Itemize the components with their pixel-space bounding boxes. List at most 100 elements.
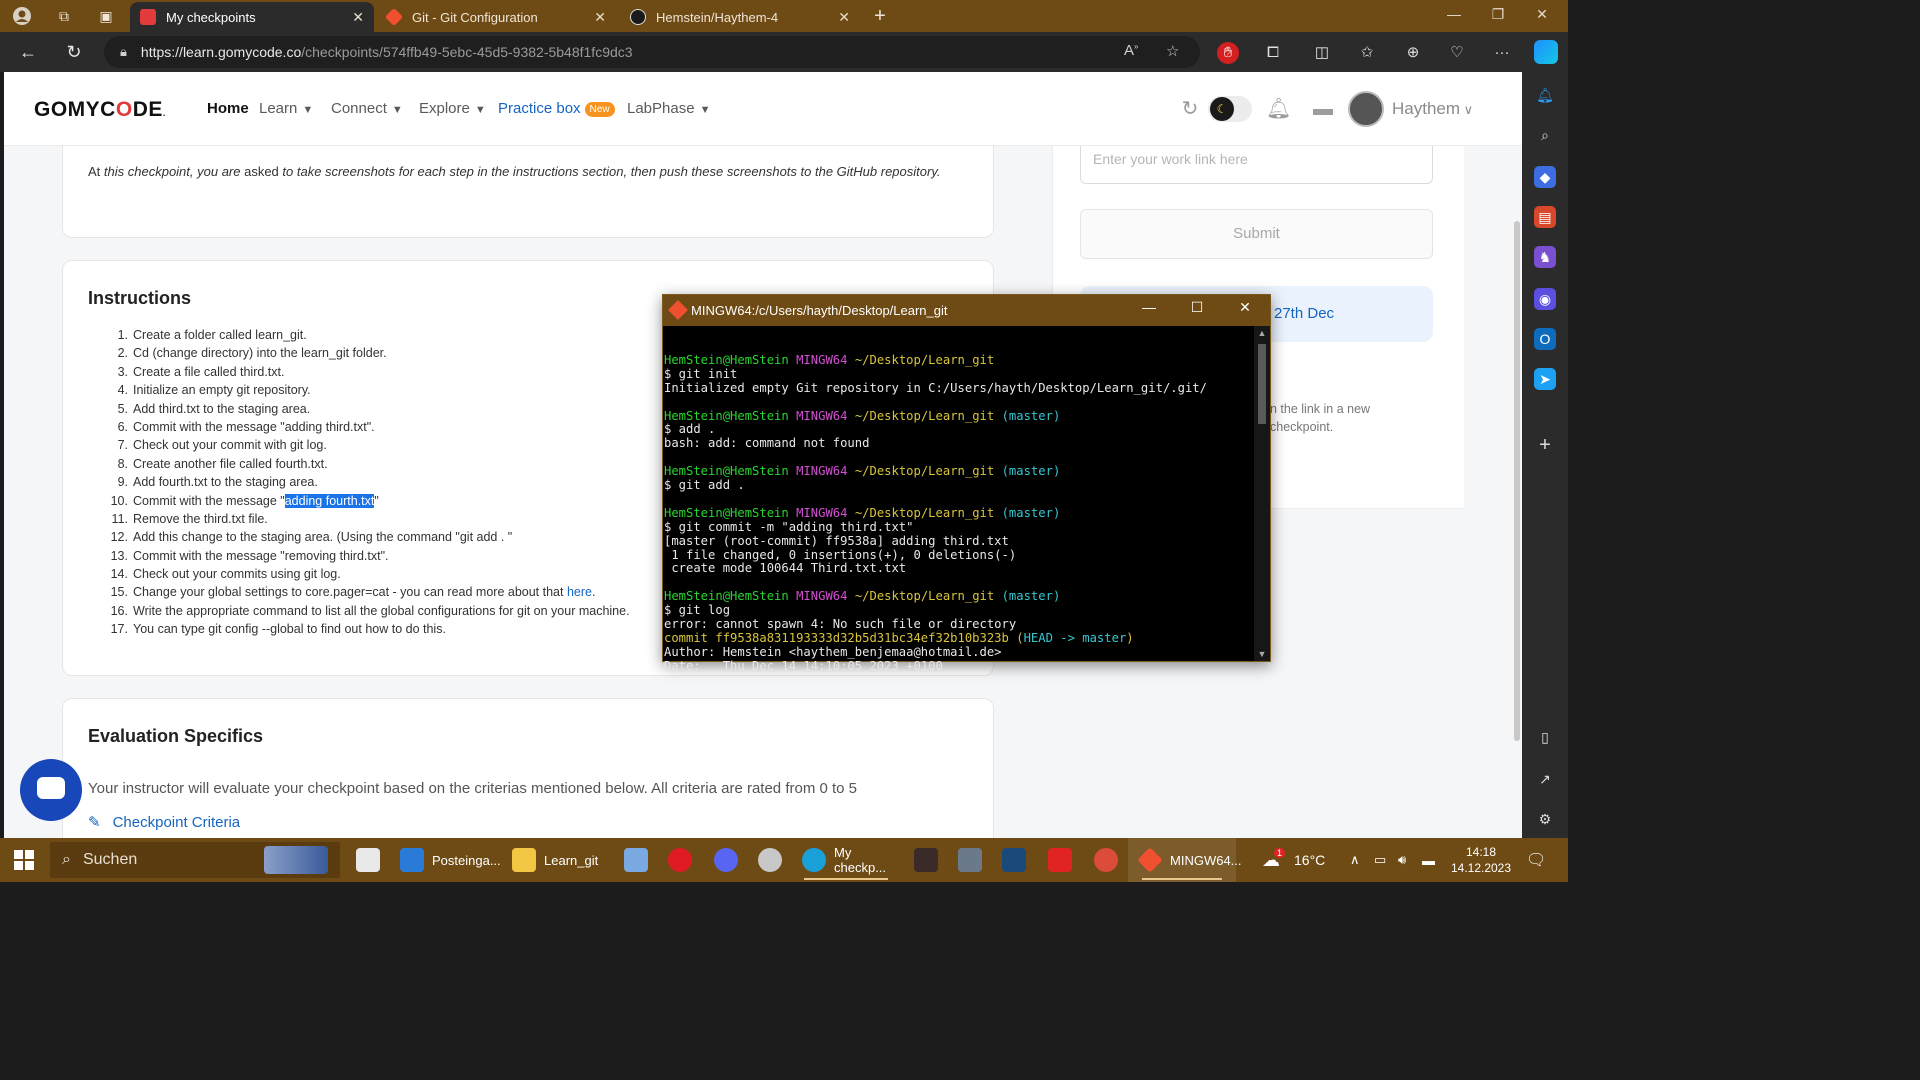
profile-icon[interactable]	[12, 6, 32, 26]
workspaces-icon[interactable]: ⧉	[54, 6, 74, 26]
submit-button[interactable]: Submit	[1080, 209, 1433, 259]
list-item: 10. Commit with the message "adding fourt…	[110, 493, 379, 508]
address-bar[interactable]: 🔒︎ https://learn.gomycode.co/checkpoints…	[104, 36, 1200, 68]
user-menu[interactable]: Haythem ∨	[1392, 99, 1473, 119]
restore-icon[interactable]: ❐	[1488, 6, 1508, 23]
scroll-down-icon[interactable]: ▼	[1254, 649, 1270, 659]
support-chat-button[interactable]	[20, 759, 82, 821]
tab-git-configuration[interactable]: Git - Git Configuration ✕	[376, 2, 616, 32]
scrollbar-thumb[interactable]	[1258, 344, 1266, 424]
clock[interactable]: 14:18 14.12.2023	[1446, 844, 1516, 876]
nav-explore[interactable]: Explore ▼	[419, 100, 486, 117]
selected-text[interactable]: adding fourth.txt	[284, 493, 375, 508]
battery-icon[interactable]: ▬	[1422, 838, 1435, 882]
remote-desktop-icon[interactable]	[624, 848, 648, 872]
terminal-scrollbar[interactable]: ▲ ▼	[1254, 326, 1270, 661]
hide-sidebar-icon[interactable]: ▯	[1534, 726, 1556, 748]
favorite-star-icon[interactable]: ☆	[1166, 42, 1179, 60]
back-icon[interactable]: ←	[16, 40, 40, 64]
close-window-icon[interactable]: ✕	[1532, 6, 1552, 23]
here-link[interactable]: here	[567, 585, 592, 599]
gomycode-logo[interactable]: GOMYCODE.	[34, 98, 166, 122]
league-icon[interactable]	[1002, 848, 1026, 872]
adblock-icon[interactable]: ✋︎	[1217, 42, 1239, 64]
close-icon[interactable]: ✕	[352, 9, 364, 26]
scrollbar-thumb[interactable]	[1514, 221, 1520, 741]
new-tab-icon[interactable]: +	[870, 6, 890, 26]
avatar[interactable]	[1348, 91, 1384, 127]
terminal-title-bar[interactable]: MINGW64:/c/Users/hayth/Desktop/Learn_git…	[663, 295, 1270, 326]
moon-icon: ☾	[1210, 97, 1234, 121]
lightning-app-icon[interactable]	[1048, 848, 1072, 872]
discord-icon[interactable]	[714, 848, 738, 872]
split-screen-icon[interactable]: ◫	[1311, 42, 1333, 64]
vertical-tabs-icon[interactable]: ▣	[96, 6, 116, 26]
shopping-icon[interactable]: ◆	[1534, 166, 1556, 188]
nav-practice-box[interactable]: Practice box New	[498, 100, 615, 117]
notification-icon[interactable]: 🔔︎	[1534, 84, 1556, 106]
tab-github-repo[interactable]: Hemstein/Haythem-4 ✕	[620, 2, 860, 32]
settings-gear-icon[interactable]: ⚙	[1534, 808, 1556, 830]
page-scrollbar[interactable]	[1512, 146, 1522, 838]
store-icon[interactable]	[356, 848, 380, 872]
taskbar-app-explorer[interactable]: Learn_git	[500, 838, 610, 882]
close-icon[interactable]: ✕	[838, 9, 850, 26]
performance-icon[interactable]: ♡	[1446, 42, 1468, 64]
games-icon[interactable]: ♞	[1534, 246, 1556, 268]
chat-icon[interactable]: ▬	[1311, 97, 1335, 121]
collections-icon[interactable]: ⊕	[1402, 42, 1424, 64]
sync-icon[interactable]: ↻	[1178, 97, 1202, 121]
network-icon[interactable]: ▭	[1374, 838, 1386, 882]
chevron-down-icon: ∨	[1460, 102, 1474, 117]
close-icon[interactable]: ✕	[594, 9, 606, 26]
valorant-icon[interactable]	[914, 848, 938, 872]
close-icon[interactable]: ✕	[1231, 299, 1259, 316]
taskbar-app-edge[interactable]: My checkp...	[790, 838, 902, 882]
nav-connect[interactable]: Connect ▼	[331, 100, 403, 117]
submission-note: n the link in a new checkpoint.	[1270, 402, 1371, 434]
maximize-icon[interactable]: ☐	[1183, 299, 1211, 316]
nav-learn[interactable]: Learn ▼	[259, 100, 313, 117]
external-link-icon[interactable]: ↗	[1534, 768, 1556, 790]
terminal-line: Initialized empty Git repository in C:/U…	[664, 380, 1207, 395]
tab-my-checkpoints[interactable]: My checkpoints ✕	[130, 2, 374, 32]
gpu-tool-icon[interactable]	[758, 848, 782, 872]
tray-chevron-icon[interactable]: ∧	[1350, 838, 1360, 882]
taskbar-app-mail[interactable]: Posteinga...	[388, 838, 501, 882]
taskbar-app-git-bash[interactable]: MINGW64...	[1128, 838, 1242, 882]
terminal-output[interactable]: HemStein@HemStein MINGW64 ~/Desktop/Lear…	[664, 340, 1254, 702]
taskbar-search[interactable]: ⌕ Suchen	[50, 842, 340, 878]
terminal-line: $ git commit -m "adding third.txt"	[664, 519, 914, 534]
extensions-icon[interactable]: ⧠	[1262, 42, 1284, 64]
url-text: https://learn.gomycode.co/checkpoints/57…	[140, 44, 633, 60]
terminal-line: [master (root-commit) ff9538a] adding th…	[664, 533, 1009, 548]
chrome-icon[interactable]	[1094, 848, 1118, 872]
settings-app-icon[interactable]	[958, 848, 982, 872]
nav-home[interactable]: Home	[207, 100, 249, 117]
add-icon[interactable]: +	[1534, 434, 1556, 456]
nav-labphase[interactable]: LabPhase ▼	[627, 100, 710, 117]
more-options-icon[interactable]: ···	[1491, 42, 1513, 64]
weather-widget[interactable]: ☁ 1 16°C	[1262, 838, 1325, 882]
refresh-icon[interactable]: ↻	[62, 40, 86, 64]
search-icon[interactable]: ⌕	[1534, 124, 1556, 146]
checkpoint-criteria-link[interactable]: ✎ Checkpoint Criteria	[88, 813, 240, 831]
volume-icon[interactable]: 🔊︎	[1398, 838, 1406, 882]
outlook-icon[interactable]: O	[1534, 328, 1556, 350]
tools-icon[interactable]: ▤	[1534, 206, 1556, 228]
drop-icon[interactable]: ➤	[1534, 368, 1556, 390]
windows-start-icon[interactable]	[14, 850, 34, 870]
microsoft365-icon[interactable]: ◉	[1534, 288, 1556, 310]
copilot-icon[interactable]	[1534, 40, 1558, 64]
minimize-icon[interactable]: —	[1135, 299, 1163, 315]
read-aloud-icon[interactable]: A»	[1124, 42, 1138, 59]
git-bash-window[interactable]: MINGW64:/c/Users/hayth/Desktop/Learn_git…	[662, 294, 1271, 673]
bell-icon[interactable]: 🔔︎	[1266, 97, 1291, 121]
action-center-icon[interactable]: 🗨︎	[1526, 838, 1546, 882]
dark-mode-toggle[interactable]: ☾	[1208, 96, 1252, 122]
scroll-up-icon[interactable]: ▲	[1254, 328, 1270, 338]
opera-icon[interactable]	[668, 848, 692, 872]
minimize-icon[interactable]: —	[1444, 6, 1464, 22]
terminal-line: create mode 100644 Third.txt.txt	[664, 561, 907, 576]
favorites-icon[interactable]: ✩	[1356, 42, 1378, 64]
